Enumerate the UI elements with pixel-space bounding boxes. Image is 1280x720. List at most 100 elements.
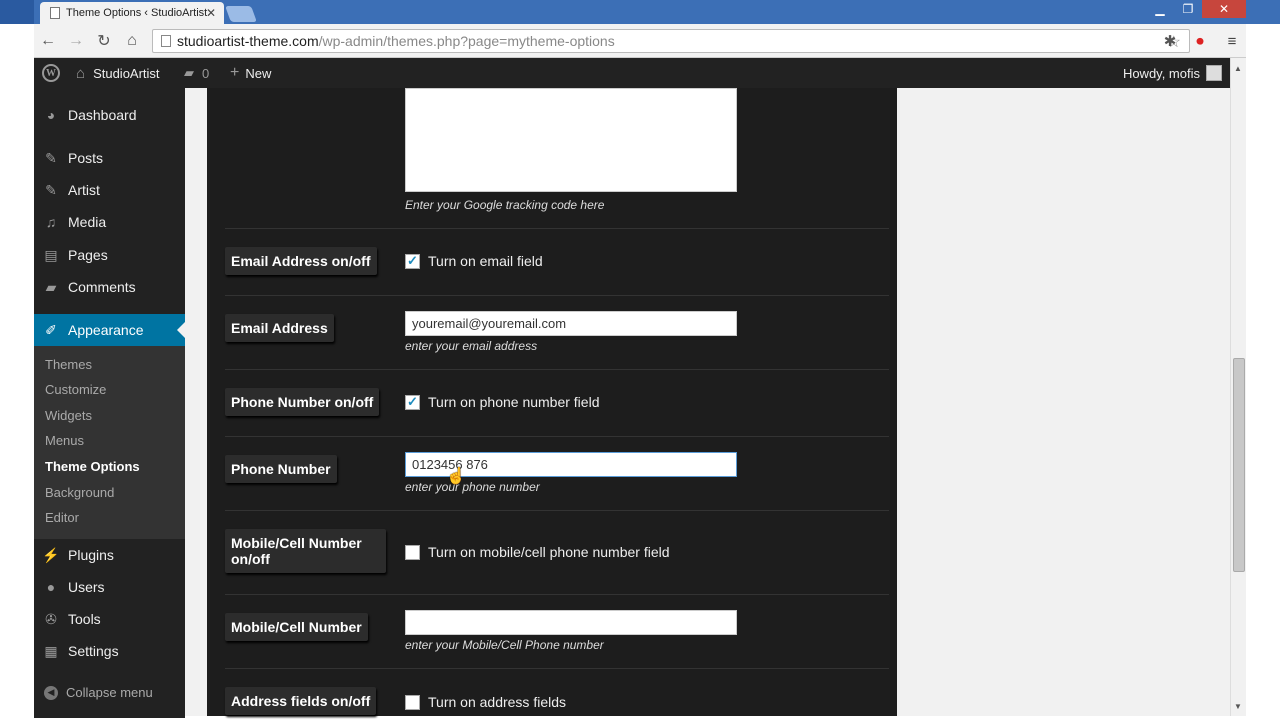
sidebar-item-label: Pages [68, 247, 108, 263]
mobile-toggle-label-line1: Mobile/Cell Number [231, 535, 362, 551]
comments-count: 0 [202, 65, 210, 81]
plug-icon: ⚡ [42, 546, 60, 563]
address-toggle-row: Turn on address fields [405, 694, 566, 710]
sidebar-item-comments[interactable]: ▰ Comments [34, 271, 185, 303]
phone-toggle-checkbox[interactable]: ✓ [405, 394, 420, 410]
sidebar-item-artist[interactable]: ✎ Artist [34, 174, 185, 206]
window-close-icon[interactable]: ✕ [1202, 0, 1246, 18]
comment-icon: ▰ [184, 65, 194, 80]
tracking-hint: Enter your Google tracking code here [405, 198, 605, 212]
sidebar-item-label: Users [68, 579, 105, 595]
email-field[interactable]: youremail@youremail.com [405, 311, 737, 336]
plus-icon: + [230, 64, 240, 81]
submenu-editor[interactable]: Editor [45, 510, 79, 525]
forward-icon[interactable]: → [66, 31, 86, 51]
email-toggle-checkbox-label: Turn on email field [428, 253, 543, 269]
address-toggle-checkbox[interactable] [405, 694, 420, 710]
sidebar-item-label: Artist [68, 182, 100, 198]
minimize-icon[interactable]: ▁ [1146, 0, 1174, 18]
close-tab-icon[interactable]: ✕ [206, 6, 216, 20]
submenu-customize[interactable]: Customize [45, 382, 106, 397]
restore-icon[interactable]: ❐ [1174, 0, 1202, 18]
browser-toolbar: ← → ↻ ⌂ studioartist-theme.com /wp-admin… [34, 24, 1246, 58]
mobile-field[interactable] [405, 610, 737, 635]
comment-icon: ▰ [45, 278, 57, 295]
sidebar-item-label: Plugins [68, 547, 114, 563]
avatar [1206, 65, 1222, 81]
browser-tab[interactable]: Theme Options ‹ StudioArtist ✕ [40, 2, 224, 24]
sidebar-item-plugins[interactable]: ⚡ Plugins [34, 539, 185, 571]
row-divider [225, 594, 889, 595]
sidebar-item-label: Dashboard [68, 107, 137, 123]
mobile-toggle-checkbox[interactable] [405, 544, 420, 560]
sidebar-item-pages[interactable]: ▤ Pages [34, 239, 185, 271]
mouse-cursor-icon: ☝ [446, 468, 466, 485]
address-toggle-checkbox-label: Turn on address fields [428, 694, 566, 710]
right-column [897, 88, 1230, 716]
submenu-background[interactable]: Background [45, 485, 114, 500]
phone-label: Phone Number [225, 455, 337, 483]
sidebar-item-dashboard[interactable]: ◕ Dashboard [34, 99, 185, 131]
reload-icon[interactable]: ↻ [94, 31, 114, 51]
page-icon [161, 35, 171, 47]
email-label: Email Address [225, 314, 334, 342]
phone-hint: enter your phone number [405, 480, 540, 494]
email-toggle-checkbox[interactable]: ✓ [405, 253, 420, 269]
menu-icon[interactable]: ≡ [1222, 31, 1242, 51]
sidebar-item-media[interactable]: ♫ Media [34, 206, 185, 238]
howdy-text: Howdy, mofis [1122, 65, 1200, 81]
email-toggle-row: ✓ Turn on email field [405, 253, 543, 269]
mobile-toggle-label: Mobile/Cell Number on/off [225, 529, 386, 573]
pages-icon: ▤ [44, 246, 58, 263]
scroll-up-icon[interactable]: ▲ [1234, 64, 1242, 73]
back-icon[interactable]: ← [38, 31, 58, 51]
sidebar-item-label: Media [68, 214, 107, 230]
sidebar-item-posts[interactable]: ✎ Posts [34, 142, 185, 174]
sidebar-item-appearance[interactable]: ✐ Appearance [34, 314, 185, 346]
tab-title: Theme Options ‹ StudioArtist [66, 7, 208, 19]
new-tab-button[interactable] [225, 6, 257, 22]
address-bar[interactable]: studioartist-theme.com /wp-admin/themes.… [152, 29, 1190, 53]
email-value: youremail@youremail.com [412, 316, 567, 331]
stop-extension-icon[interactable]: ⏺ [1190, 31, 1210, 51]
extension-icon[interactable]: ✱ [1160, 31, 1180, 51]
email-hint: enter your email address [405, 339, 538, 353]
site-name-link[interactable]: ⌂ StudioArtist [76, 58, 160, 88]
new-content-link[interactable]: + New [230, 58, 271, 88]
phone-toggle-label: Phone Number on/off [225, 388, 380, 416]
submenu-menus[interactable]: Menus [45, 433, 84, 448]
mobile-toggle-checkbox-label: Turn on mobile/cell phone number field [428, 544, 670, 560]
mobile-toggle-label-line2: on/off [231, 551, 270, 567]
row-divider [225, 369, 889, 370]
home-icon[interactable]: ⌂ [122, 31, 142, 51]
mobile-toggle-row: Turn on mobile/cell phone number field [405, 544, 670, 560]
scroll-thumb[interactable] [1233, 358, 1245, 572]
submenu-widgets[interactable]: Widgets [45, 408, 92, 423]
page-scrollbar[interactable]: ▲ ▼ [1230, 58, 1246, 716]
dashboard-icon: ◕ [46, 107, 56, 123]
scroll-down-icon[interactable]: ▼ [1234, 702, 1242, 711]
row-divider [225, 668, 889, 669]
wordpress-logo-icon[interactable]: W [42, 58, 64, 88]
home-icon: ⌂ [76, 64, 86, 82]
comments-link[interactable]: ▰ 0 [184, 58, 209, 88]
collapse-icon: ◀ [44, 685, 58, 700]
submenu-theme-options[interactable]: Theme Options [45, 459, 140, 474]
phone-toggle-checkbox-label: Turn on phone number field [428, 394, 600, 410]
mobile-label: Mobile/Cell Number [225, 613, 368, 641]
sidebar-item-tools[interactable]: ✇ Tools [34, 603, 185, 635]
brush-icon: ✐ [45, 321, 57, 338]
sidebar-item-settings[interactable]: ▦ Settings [34, 635, 185, 667]
sidebar-item-label: Settings [68, 643, 119, 659]
submenu-themes[interactable]: Themes [45, 357, 92, 372]
site-name: StudioArtist [93, 65, 160, 81]
sidebar-item-users[interactable]: ● Users [34, 571, 185, 603]
settings-icon: ▦ [44, 642, 58, 659]
email-toggle-label: Email Address on/off [225, 247, 377, 275]
collapse-label: Collapse menu [66, 685, 153, 700]
address-toggle-label: Address fields on/off [225, 687, 377, 715]
window-controls: ▁ ❐ ✕ [1146, 0, 1246, 18]
collapse-menu-button[interactable]: ◀ Collapse menu [44, 685, 153, 700]
tracking-code-textarea[interactable] [405, 88, 737, 192]
account-menu[interactable]: Howdy, mofis [1123, 58, 1222, 88]
